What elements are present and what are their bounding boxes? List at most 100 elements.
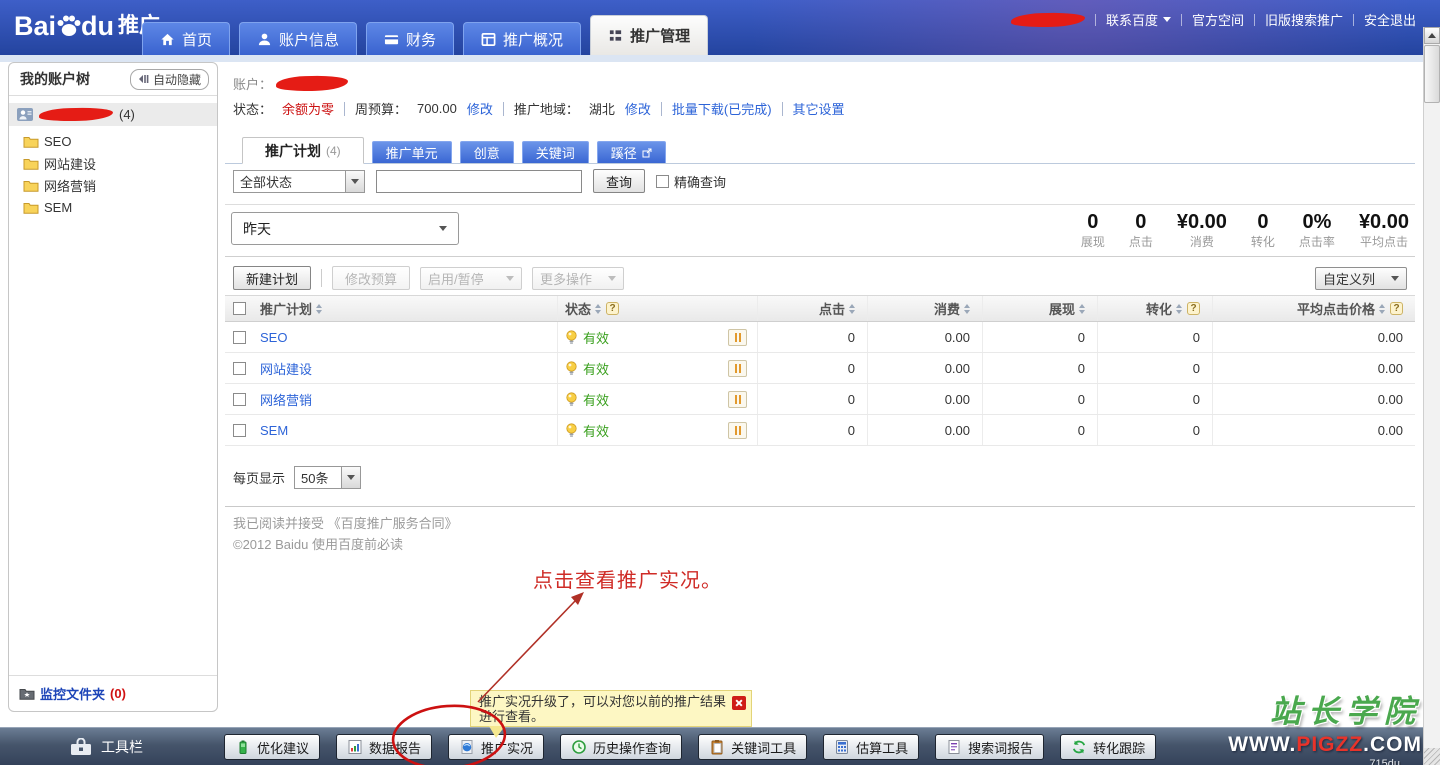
data-report-button[interactable]: 数据报告 bbox=[336, 734, 432, 760]
scrollbar-thumb[interactable] bbox=[1424, 45, 1440, 103]
divider bbox=[225, 204, 1415, 205]
folder-label: 网络营销 bbox=[44, 176, 96, 195]
plan-name-link[interactable]: SEO bbox=[253, 322, 557, 352]
tab-keywords[interactable]: 关键词 bbox=[522, 141, 589, 163]
chevron-down-icon bbox=[1163, 17, 1171, 22]
pause-button[interactable] bbox=[728, 360, 747, 377]
pause-button[interactable] bbox=[728, 391, 747, 408]
help-icon[interactable] bbox=[1390, 302, 1403, 315]
vertical-scrollbar[interactable] bbox=[1423, 27, 1440, 765]
batch-download-link[interactable]: 批量下载(已完成) bbox=[672, 99, 772, 118]
official-space-link[interactable]: 官方空间 bbox=[1192, 10, 1244, 29]
summary-stats: 0展现 0点击 ¥0.00消费 0转化 0%点击率 ¥0.00平均点击 bbox=[1081, 211, 1409, 250]
agreement-prefix: 我已阅读并接受 bbox=[233, 516, 324, 531]
external-link-icon bbox=[642, 148, 652, 158]
folder-item-sem[interactable]: SEM bbox=[23, 196, 217, 218]
modify-budget-button[interactable]: 修改预算 bbox=[332, 266, 410, 290]
scrollbar-corner-grip[interactable] bbox=[1424, 748, 1440, 765]
dropdown-arrow-button[interactable] bbox=[346, 170, 365, 193]
keyword-tool-button[interactable]: 关键词工具 bbox=[698, 734, 807, 760]
status-filter-select[interactable]: 全部状态 bbox=[233, 170, 365, 193]
plan-name-link[interactable]: 网络营销 bbox=[253, 384, 557, 414]
account-line: 账户： bbox=[233, 74, 348, 93]
cell-clicks: 0 bbox=[757, 322, 867, 352]
folder-item-website-build[interactable]: 网站建设 bbox=[23, 152, 217, 174]
must-read-link[interactable]: 使用百度前必读 bbox=[312, 537, 403, 552]
official-space-label: 官方空间 bbox=[1192, 10, 1244, 29]
pause-button[interactable] bbox=[728, 329, 747, 346]
page-size-select[interactable]: 50条 bbox=[294, 466, 361, 489]
folder-label: SEO bbox=[44, 134, 71, 149]
folder-item-seo[interactable]: SEO bbox=[23, 130, 217, 152]
tab-promotion-unit[interactable]: 推广单元 bbox=[372, 141, 452, 163]
sort-icon[interactable] bbox=[1176, 304, 1182, 314]
budget-modify-link[interactable]: 修改 bbox=[467, 99, 493, 118]
contract-link[interactable]: 《百度推广服务合同》 bbox=[328, 516, 458, 531]
sort-icon[interactable] bbox=[1079, 304, 1085, 314]
nav-tab-promotion-management[interactable]: 推广管理 bbox=[590, 15, 708, 55]
history-query-button[interactable]: 历史操作查询 bbox=[560, 734, 682, 760]
sort-icon[interactable] bbox=[964, 304, 970, 314]
toolbar-button-label: 数据报告 bbox=[369, 738, 421, 757]
other-settings-link[interactable]: 其它设置 bbox=[793, 99, 845, 118]
close-icon[interactable] bbox=[732, 696, 746, 710]
search-term-report-button[interactable]: 搜索词报告 bbox=[935, 734, 1044, 760]
pause-button[interactable] bbox=[728, 422, 747, 439]
date-range-select[interactable]: 昨天 bbox=[231, 212, 459, 245]
account-tree-root[interactable]: (4) bbox=[9, 103, 217, 126]
custom-columns-select[interactable]: 自定义列 bbox=[1315, 267, 1407, 290]
help-icon[interactable] bbox=[606, 302, 619, 315]
row-checkbox[interactable] bbox=[233, 362, 246, 375]
enable-pause-label: 启用/暂停 bbox=[428, 269, 484, 288]
query-button[interactable]: 查询 bbox=[593, 169, 645, 193]
dropdown-arrow-button[interactable] bbox=[342, 466, 361, 489]
optimize-suggestion-button[interactable]: 优化建议 bbox=[224, 734, 320, 760]
select-all-checkbox[interactable] bbox=[233, 302, 246, 315]
plan-name-link[interactable]: SEM bbox=[253, 415, 557, 445]
conversion-tracking-button[interactable]: 转化跟踪 bbox=[1060, 734, 1156, 760]
cell-avg-cpc: 0.00 bbox=[1212, 415, 1415, 445]
help-icon[interactable] bbox=[1187, 302, 1200, 315]
nav-tab-home[interactable]: 首页 bbox=[142, 22, 230, 55]
separator bbox=[503, 102, 504, 116]
contact-baidu-link[interactable]: 联系百度 bbox=[1106, 10, 1171, 29]
exact-query-option[interactable]: 精确查询 bbox=[656, 172, 726, 191]
auto-hide-button[interactable]: 自动隐藏 bbox=[130, 69, 209, 90]
legacy-search-link[interactable]: 旧版搜索推广 bbox=[1265, 10, 1343, 29]
nav-tab-finance[interactable]: 财务 bbox=[366, 22, 454, 55]
logout-link[interactable]: 安全退出 bbox=[1364, 10, 1416, 29]
more-operations-select[interactable]: 更多操作 bbox=[532, 267, 624, 290]
row-checkbox[interactable] bbox=[233, 393, 246, 406]
chevron-down-icon bbox=[439, 226, 447, 231]
search-input[interactable] bbox=[376, 170, 582, 193]
new-plan-button[interactable]: 新建计划 bbox=[233, 266, 311, 290]
top-navbar: Bai du 推广 首页 账户信息 财务 bbox=[0, 0, 1440, 55]
scroll-up-button[interactable] bbox=[1424, 27, 1440, 44]
sort-icon[interactable] bbox=[849, 304, 855, 314]
folder-icon bbox=[23, 201, 39, 214]
enable-pause-select[interactable]: 启用/暂停 bbox=[420, 267, 522, 290]
nav-tab-overview[interactable]: 推广概况 bbox=[463, 22, 581, 55]
tab-creative[interactable]: 创意 bbox=[460, 141, 514, 163]
collapse-panel-icon bbox=[138, 74, 149, 84]
sort-icon[interactable] bbox=[316, 304, 322, 314]
nav-tab-account-info[interactable]: 账户信息 bbox=[239, 22, 357, 55]
home-icon bbox=[160, 32, 175, 47]
tab-xijing[interactable]: 蹊径 bbox=[597, 141, 666, 163]
status-value: 有效 bbox=[583, 359, 609, 378]
sort-icon[interactable] bbox=[1379, 304, 1385, 314]
estimate-tool-button[interactable]: 估算工具 bbox=[823, 734, 919, 760]
row-checkbox[interactable] bbox=[233, 424, 246, 437]
sort-icon[interactable] bbox=[595, 304, 601, 314]
plan-name-link[interactable]: 网站建设 bbox=[253, 353, 557, 383]
toolbar-buttons: 优化建议 数据报告 推广实况 历史操作查询 关键词工具 估算工具 bbox=[224, 734, 1156, 760]
region-modify-link[interactable]: 修改 bbox=[625, 99, 651, 118]
budget-value: 700.00 bbox=[417, 101, 457, 116]
row-checkbox[interactable] bbox=[233, 331, 246, 344]
folder-item-network-marketing[interactable]: 网络营销 bbox=[23, 174, 217, 196]
exact-query-checkbox[interactable] bbox=[656, 175, 669, 188]
monitor-folder-link[interactable]: 监控文件夹 (0) bbox=[9, 675, 217, 711]
stat-label: 平均点击 bbox=[1360, 233, 1408, 250]
plan-folder-list: SEO 网站建设 网络营销 SEM bbox=[9, 126, 217, 218]
tab-promotion-plan[interactable]: 推广计划 (4) bbox=[242, 137, 364, 164]
